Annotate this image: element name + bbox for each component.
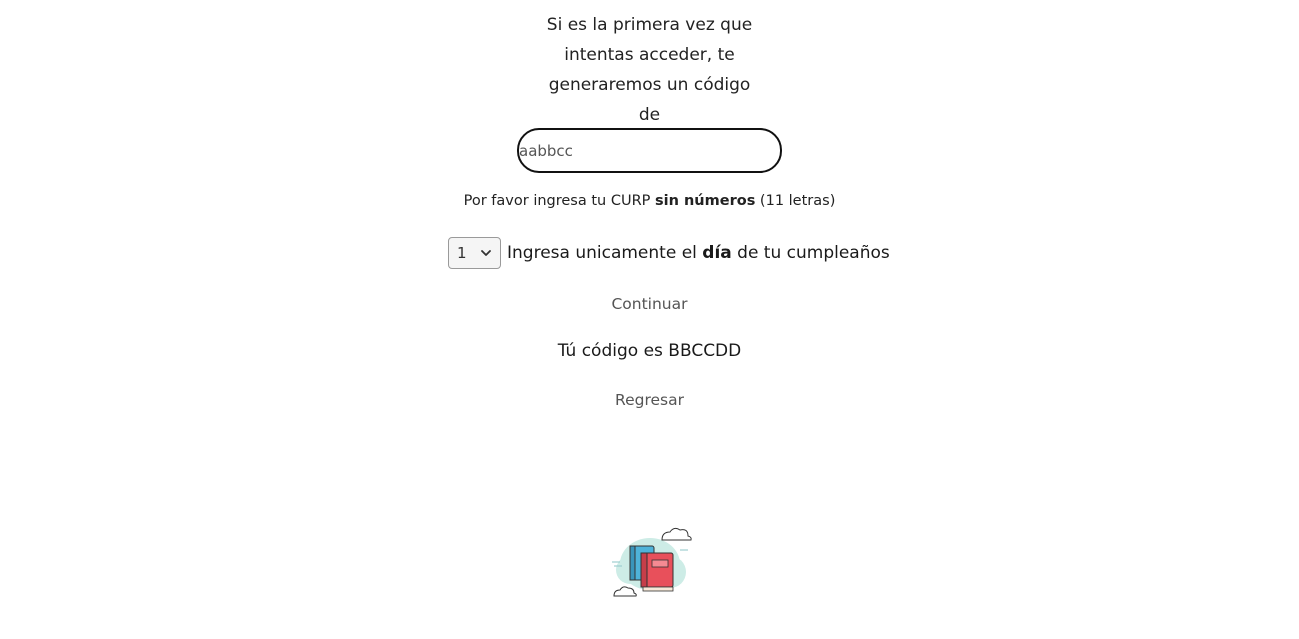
user-code-text: Tú código es BBCCDD <box>557 341 742 361</box>
curp-hint-bold: sin números <box>655 193 756 209</box>
curp-hint-suffix: (11 letras) <box>755 193 836 209</box>
day-label-bold: día <box>702 243 732 263</box>
intro-line: generaremos un código de <box>548 75 751 125</box>
birthday-day-row: 1 Ingresa unicamente el día de tu cumple… <box>448 237 890 269</box>
books-cloud-logo <box>612 527 692 597</box>
birthday-day-label: Ingresa unicamente el día de tu cumpleañ… <box>507 243 890 263</box>
intro-line: Si es la primera vez que <box>546 15 753 35</box>
curp-hint-prefix: Por favor ingresa tu CURP <box>463 193 656 209</box>
chevron-down-icon <box>481 250 491 256</box>
continue-button[interactable]: Continuar <box>0 295 1299 313</box>
back-button[interactable]: Regresar <box>0 391 1299 409</box>
day-label-suffix: de tu cumpleaños <box>731 243 890 263</box>
birthday-day-select[interactable]: 1 <box>448 237 501 269</box>
intro-line: intentas acceder, te <box>564 45 735 65</box>
birthday-day-value: 1 <box>457 244 467 262</box>
day-label-prefix: Ingresa unicamente el <box>507 243 703 263</box>
curp-hint: Por favor ingresa tu CURP sin números (1… <box>0 193 1299 209</box>
curp-input[interactable] <box>517 128 782 173</box>
login-page: Si es la primera vez que intentas accede… <box>0 0 1299 639</box>
